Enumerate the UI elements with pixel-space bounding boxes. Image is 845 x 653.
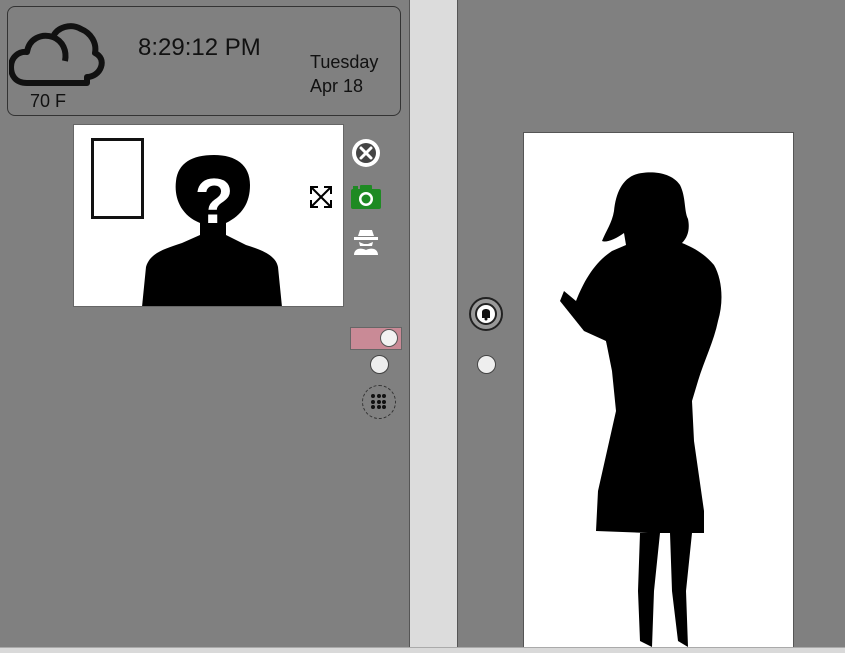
weekday: Tuesday: [310, 52, 379, 72]
temperature: 70 F: [30, 91, 67, 111]
spy-icon[interactable]: [352, 228, 380, 256]
toggle-knob: [380, 329, 398, 347]
close-icon[interactable]: [351, 138, 381, 168]
small-round-button[interactable]: [370, 355, 389, 374]
expand-icon[interactable]: [309, 185, 333, 209]
keypad-icon[interactable]: [362, 385, 396, 419]
toggle-switch[interactable]: [350, 327, 402, 350]
doorbell-icon[interactable]: [469, 297, 503, 331]
visitor-silhouette: [560, 172, 722, 647]
unknown-person-icon: ?: [142, 155, 282, 306]
bottom-bar: [0, 647, 845, 653]
video-preview[interactable]: ?: [73, 124, 344, 307]
cloud-icon: [9, 23, 105, 86]
door-camera-view: [523, 132, 794, 653]
camera-icon[interactable]: [350, 183, 382, 211]
divider-strip: [409, 0, 458, 653]
date: Apr 18: [310, 76, 364, 96]
clock-time: 8:29:12 PM: [138, 34, 261, 61]
svg-text:?: ?: [194, 165, 233, 237]
door-small-button[interactable]: [477, 355, 496, 374]
door-outline: [91, 138, 144, 219]
